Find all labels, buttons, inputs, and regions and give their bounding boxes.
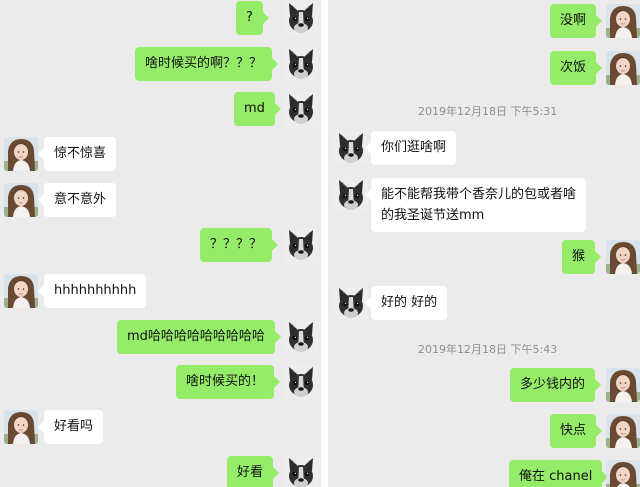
message-bubble[interactable]: 能不能帮我带个香奈儿的包或者啥 的我圣诞节送mm <box>364 178 587 232</box>
message-bubble[interactable]: ？？？？ <box>200 228 279 262</box>
message-bubble[interactable]: 好看吗 <box>37 410 104 444</box>
girl-photo-avatar-icon[interactable] <box>606 414 640 448</box>
french-bulldog-avatar-icon[interactable] <box>284 365 318 399</box>
message-timestamp: 2019年12月18日 下午5:31 <box>418 105 558 118</box>
message-bubble[interactable]: 没啊 <box>550 4 603 38</box>
girl-photo-avatar-icon[interactable] <box>606 368 640 402</box>
girl-photo-avatar-icon[interactable] <box>606 4 640 38</box>
message-bubble[interactable]: ? <box>236 1 269 35</box>
message-bubble[interactable]: hhhhhhhhhh <box>37 274 147 308</box>
message-bubble[interactable]: 猴 <box>562 240 602 274</box>
girl-photo-avatar-icon[interactable] <box>4 274 38 308</box>
chat-panel-left[interactable]: ? 啥时候买的啊？？？ md 惊不惊喜 意不意外 ？？？？ hhhhhhhhhh <box>0 0 321 487</box>
message-bubble[interactable]: 快点 <box>550 414 603 448</box>
french-bulldog-avatar-icon[interactable] <box>334 131 368 165</box>
french-bulldog-avatar-icon[interactable] <box>284 228 318 262</box>
message-bubble[interactable]: 好看 <box>227 456 280 487</box>
girl-photo-avatar-icon[interactable] <box>4 183 38 217</box>
french-bulldog-avatar-icon[interactable] <box>284 320 318 354</box>
message-line: 能不能帮我带个香奈儿的包或者啥 <box>381 187 577 202</box>
french-bulldog-avatar-icon[interactable] <box>284 47 318 81</box>
message-bubble[interactable]: md <box>234 92 281 126</box>
message-bubble[interactable]: 俺在 chanel <box>509 460 609 487</box>
chat-panel-right[interactable]: 没啊 次饭 2019年12月18日 下午5:31 你们逛啥啊 能不能帮我带个香奈… <box>328 0 640 487</box>
message-bubble[interactable]: 次饭 <box>550 51 603 85</box>
girl-photo-avatar-icon[interactable] <box>606 51 640 85</box>
message-bubble[interactable]: 惊不惊喜 <box>37 137 117 171</box>
message-bubble[interactable]: 啥时候买的！ <box>176 365 281 399</box>
message-bubble[interactable]: 意不意外 <box>37 183 117 217</box>
message-line: 的我圣诞节送mm <box>381 208 485 223</box>
message-bubble[interactable]: 你们逛啥啊 <box>364 131 457 165</box>
message-bubble[interactable]: md哈哈哈哈哈哈哈哈哈 <box>117 320 281 354</box>
french-bulldog-avatar-icon[interactable] <box>284 1 318 35</box>
message-bubble[interactable]: 啥时候买的啊？？？ <box>135 47 279 81</box>
message-timestamp: 2019年12月18日 下午5:43 <box>418 343 558 356</box>
girl-photo-avatar-icon[interactable] <box>4 410 38 444</box>
french-bulldog-avatar-icon[interactable] <box>284 456 318 487</box>
french-bulldog-avatar-icon[interactable] <box>284 92 318 126</box>
message-bubble[interactable]: 好的 好的 <box>364 286 448 320</box>
girl-photo-avatar-icon[interactable] <box>4 137 38 171</box>
girl-photo-avatar-icon[interactable] <box>606 460 640 487</box>
girl-photo-avatar-icon[interactable] <box>606 240 640 274</box>
french-bulldog-avatar-icon[interactable] <box>334 286 368 320</box>
chat-screenshot-collage: ? 啥时候买的啊？？？ md 惊不惊喜 意不意外 ？？？？ hhhhhhhhhh <box>0 0 640 487</box>
french-bulldog-avatar-icon[interactable] <box>334 178 368 212</box>
message-bubble[interactable]: 多少钱内的 <box>510 368 602 402</box>
